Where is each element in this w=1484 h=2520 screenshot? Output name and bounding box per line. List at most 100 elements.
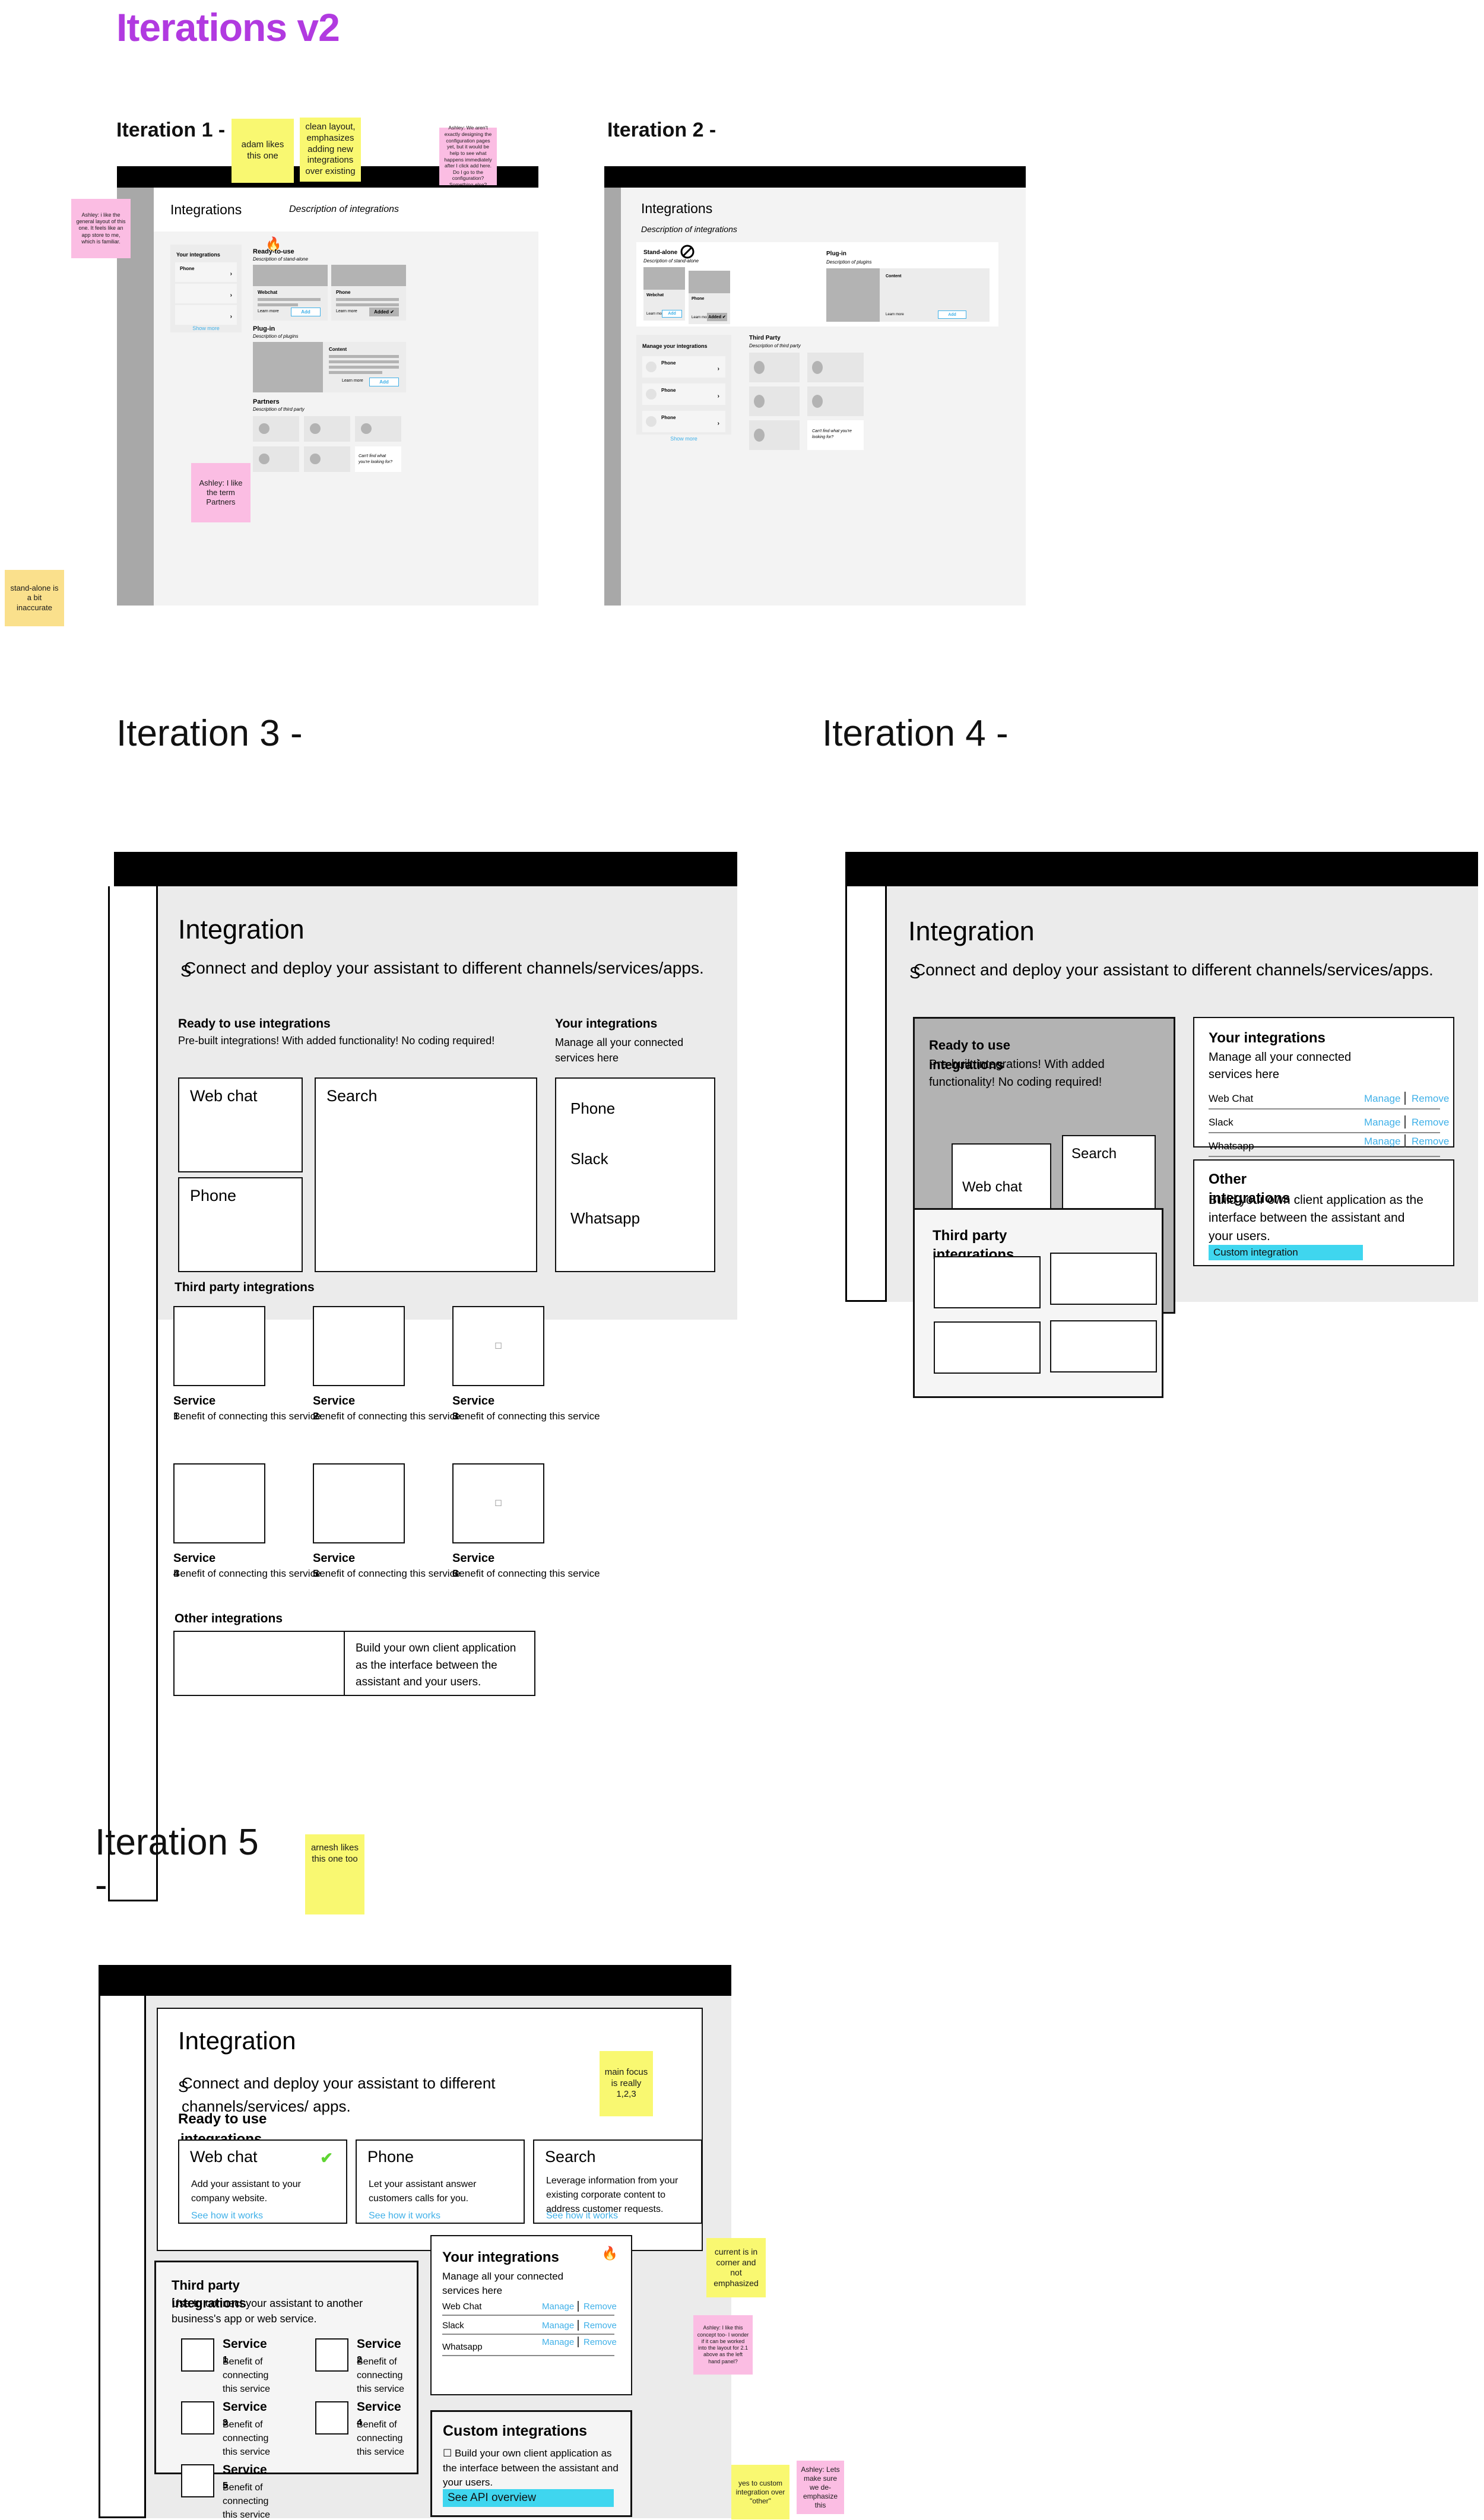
service-thumbnail: ☐ <box>452 1306 544 1386</box>
manage-link[interactable]: Manage <box>542 2337 574 2347</box>
divider <box>1404 1092 1406 1105</box>
iteration-1-mockup: Integrations Description of integrations… <box>117 166 538 606</box>
card-title: Webchat <box>646 293 664 297</box>
third-party-tile[interactable] <box>749 386 800 416</box>
remove-link[interactable]: Remove <box>584 2321 617 2331</box>
partner-logo-placeholder <box>310 423 321 434</box>
check-icon: ✔ <box>320 2149 333 2167</box>
partner-tile[interactable] <box>355 416 401 442</box>
service-benefit: Benefit of connecting this service <box>357 2420 405 2458</box>
other-integrations-card[interactable]: Build your own client application as the… <box>173 1631 535 1696</box>
service-tile[interactable]: ☐ Service 6 Benefit of connecting this s… <box>452 1463 600 1580</box>
partner-tile[interactable] <box>253 416 299 442</box>
service-thumbnail <box>181 2464 214 2497</box>
add-button[interactable]: Add <box>291 308 321 316</box>
third-party-tile[interactable] <box>749 420 800 450</box>
third-party-tile[interactable] <box>1050 1253 1157 1305</box>
show-more-link[interactable]: Show more <box>170 325 242 331</box>
third-party-tile[interactable] <box>749 353 800 382</box>
add-button[interactable]: Add <box>938 310 966 319</box>
manage-link[interactable]: Manage <box>542 2321 574 2331</box>
list-item[interactable]: › <box>175 284 237 303</box>
ready-card-search[interactable]: Search <box>315 1077 537 1272</box>
third-party-tile[interactable] <box>807 353 864 382</box>
partner-tile[interactable] <box>304 446 350 472</box>
see-how-it-works-link[interactable]: See how it works <box>191 2211 263 2221</box>
third-party-tile[interactable] <box>934 1321 1041 1374</box>
learn-more-link[interactable]: Learn more <box>258 309 279 313</box>
partner-tile[interactable] <box>304 416 350 442</box>
see-api-overview-chip[interactable]: See API overview <box>443 2489 614 2507</box>
manage-link[interactable]: Manage <box>1364 1093 1400 1105</box>
window-left-rail <box>99 1996 146 2518</box>
cant-find-tile[interactable]: Can't find what you're looking for? <box>355 446 401 472</box>
third-party-tile[interactable] <box>807 386 864 416</box>
service-tile[interactable]: Service 2 Benefit of connecting this ser… <box>313 1306 461 1422</box>
row-name: Slack <box>442 2321 464 2331</box>
third-party-tile[interactable] <box>934 1256 1041 1308</box>
placeholder-bar <box>329 360 399 363</box>
remove-link[interactable]: Remove <box>1412 1093 1449 1105</box>
partner-tile[interactable] <box>253 446 299 472</box>
placeholder-bar <box>336 298 399 301</box>
your-integrations-card[interactable]: Phone Slack Whatsapp <box>555 1077 715 1272</box>
remove-link[interactable]: Remove <box>584 2337 617 2347</box>
manage-link[interactable]: Manage <box>1364 1117 1400 1129</box>
ready-card-webchat[interactable]: Web chat <box>178 1077 303 1172</box>
chevron-right-icon: › <box>230 313 232 320</box>
see-how-it-works-link[interactable]: See how it works <box>369 2211 440 2221</box>
remove-link[interactable]: Remove <box>1412 1136 1449 1148</box>
row-name: Whatsapp <box>1209 1140 1254 1152</box>
remove-link[interactable]: Remove <box>584 2302 617 2312</box>
plugin-subheading: Description of plugins <box>826 259 872 265</box>
manage-link[interactable]: Manage <box>542 2302 574 2312</box>
plugin-card-content[interactable]: Content Learn more Add <box>253 342 406 392</box>
remove-link[interactable]: Remove <box>1412 1117 1449 1129</box>
custom-integration-chip[interactable]: Custom integration <box>1209 1245 1363 1260</box>
show-more-link[interactable]: Show more <box>636 436 731 442</box>
service-tile[interactable]: Service 5 Benefit of connecting this ser… <box>313 1463 461 1580</box>
your-integrations-subheading: Manage all your connected services here <box>555 1036 684 1064</box>
ready-card-phone[interactable]: Phone Let your assistant answer customer… <box>356 2139 525 2224</box>
sticky-note-ashley-partners: Ashley: I like the term Partners <box>191 463 250 522</box>
ready-card-webchat[interactable]: Web chat ✔ Add your assistant to your co… <box>178 2139 347 2224</box>
iteration-5-heading-dash: - <box>95 1865 107 1906</box>
window-titlebar <box>99 1965 731 1996</box>
list-item[interactable]: Phone › <box>642 383 725 405</box>
standalone-card-webchat[interactable]: Webchat Learn more Add <box>643 267 685 321</box>
standalone-card-phone[interactable]: Phone Learn more Added ✔ <box>689 271 730 324</box>
added-button[interactable]: Added ✔ <box>369 308 399 316</box>
learn-more-link[interactable]: Learn more <box>886 313 904 316</box>
add-button[interactable]: Add <box>369 378 399 386</box>
list-item[interactable]: Phone › <box>642 356 725 378</box>
learn-more-link[interactable]: Learn more <box>342 379 363 383</box>
ready-card-search[interactable]: Search Leverage information from your ex… <box>533 2139 702 2224</box>
custom-integrations-body: ☐ Build your own client application as t… <box>443 2448 619 2489</box>
card-description: Add your assistant to your company websi… <box>191 2179 301 2204</box>
ready-card-phone[interactable]: Phone <box>178 1177 303 1272</box>
integration-title: Integration <box>908 916 1035 946</box>
third-party-tile[interactable] <box>1050 1320 1157 1372</box>
row-divider <box>1209 1156 1440 1157</box>
list-item[interactable]: Phone › <box>642 411 725 432</box>
see-how-it-works-link[interactable]: See how it works <box>546 2211 618 2221</box>
service-tile[interactable]: ☐ Service 3 Benefit of connecting this s… <box>452 1306 600 1422</box>
ready-card-phone[interactable]: Phone Learn more Added ✔ <box>331 265 406 321</box>
manage-link[interactable]: Manage <box>1364 1136 1400 1148</box>
service-name: Service <box>313 1394 356 1408</box>
service-tile[interactable]: Service 4 Benefit of connecting this ser… <box>173 1463 321 1580</box>
cant-find-tile[interactable]: Can't find what you're looking for? <box>807 420 864 450</box>
added-button[interactable]: Added ✔ <box>707 313 727 321</box>
divider <box>578 2337 579 2347</box>
list-item[interactable]: › <box>175 305 237 325</box>
service-tile[interactable]: Service 1 Benefit of connecting this ser… <box>173 1306 321 1422</box>
learn-more-link[interactable]: Learn more <box>336 309 357 313</box>
sticky-note-yes-custom: yes to custom integration over "other" <box>731 2465 789 2519</box>
add-button[interactable]: Add <box>662 310 682 318</box>
plugin-card-content[interactable]: Content Learn more Add <box>826 268 990 322</box>
row-divider <box>1209 1108 1440 1110</box>
other-integrations-body: Build your own client application as the… <box>356 1642 516 1688</box>
list-item[interactable]: Phone › <box>175 262 237 282</box>
partners-subheading: Description of third party <box>253 407 305 412</box>
ready-card-webchat[interactable]: Webchat Learn more Add <box>253 265 328 321</box>
